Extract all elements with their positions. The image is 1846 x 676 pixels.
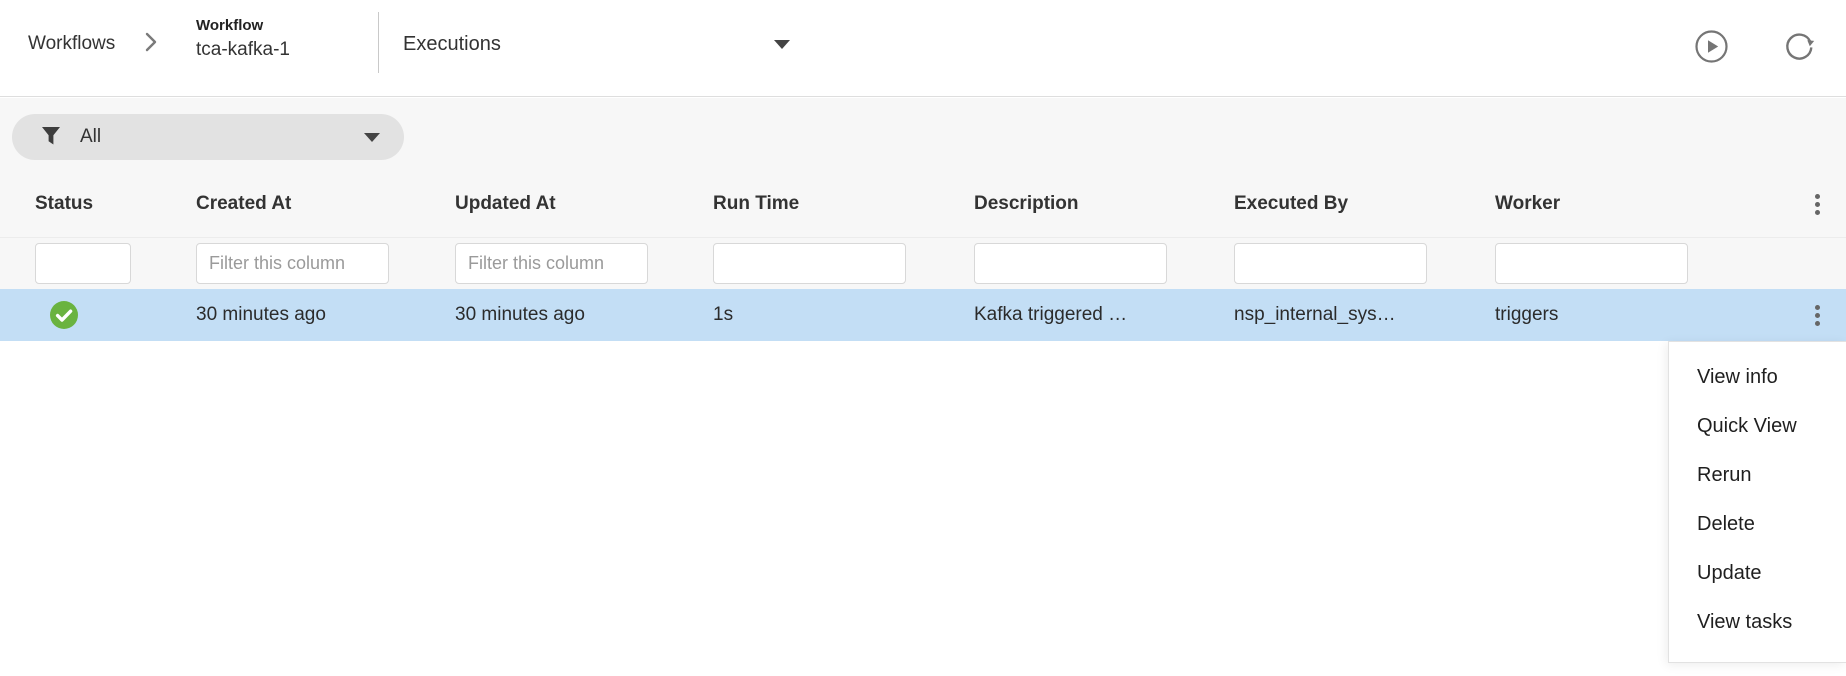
execute-workflow-button[interactable] bbox=[1694, 29, 1729, 67]
filter-input-executed-by[interactable] bbox=[1234, 243, 1427, 284]
menu-item-view-info[interactable]: View info bbox=[1669, 353, 1846, 402]
row-context-menu: View info Quick View Rerun Delete Update… bbox=[1668, 341, 1846, 663]
chevron-down-icon bbox=[364, 133, 380, 142]
table-row-execution[interactable]: 30 minutes ago 30 minutes ago 1s Kafka t… bbox=[0, 289, 1846, 341]
filter-input-updated-at[interactable] bbox=[455, 243, 648, 284]
filter-toolbar: All bbox=[0, 98, 1846, 170]
column-header-description[interactable]: Description bbox=[974, 170, 1079, 237]
chevron-down-icon bbox=[774, 40, 790, 49]
refresh-button[interactable] bbox=[1783, 30, 1816, 66]
menu-item-update[interactable]: Update bbox=[1669, 549, 1846, 598]
column-header-created-at[interactable]: Created At bbox=[196, 170, 291, 237]
column-options-kebab-icon[interactable] bbox=[1804, 189, 1830, 219]
workflow-name: tca-kafka-1 bbox=[196, 37, 290, 63]
menu-item-quick-view[interactable]: Quick View bbox=[1669, 402, 1846, 451]
view-selector-dropdown[interactable]: Executions bbox=[403, 28, 790, 60]
filter-input-status[interactable] bbox=[35, 243, 131, 284]
filter-input-created-at[interactable] bbox=[196, 243, 389, 284]
column-header-run-time[interactable]: Run Time bbox=[713, 170, 799, 237]
filter-input-description[interactable] bbox=[974, 243, 1167, 284]
column-header-worker[interactable]: Worker bbox=[1495, 170, 1560, 237]
filter-dropdown[interactable]: All bbox=[12, 114, 404, 160]
funnel-icon bbox=[40, 124, 62, 151]
cell-created-at: 30 minutes ago bbox=[196, 289, 326, 341]
cell-worker: triggers bbox=[1495, 289, 1558, 341]
filter-dropdown-value: All bbox=[80, 126, 346, 148]
top-bar-actions bbox=[1694, 29, 1816, 67]
column-header-status[interactable]: Status bbox=[35, 170, 93, 237]
menu-item-view-tasks[interactable]: View tasks bbox=[1669, 598, 1846, 647]
row-actions-kebab-icon[interactable] bbox=[1804, 300, 1830, 330]
menu-item-rerun[interactable]: Rerun bbox=[1669, 451, 1846, 500]
success-check-circle-icon bbox=[49, 300, 79, 330]
cell-executed-by: nsp_internal_sys… bbox=[1234, 289, 1396, 341]
filter-input-run-time[interactable] bbox=[713, 243, 906, 284]
view-selector-value: Executions bbox=[403, 33, 501, 56]
breadcrumb-divider bbox=[378, 12, 379, 73]
workflow-executions-screen: Workflows Workflow tca-kafka-1 Execution… bbox=[0, 0, 1846, 676]
breadcrumb-current-workflow: Workflow tca-kafka-1 bbox=[196, 15, 290, 63]
menu-item-delete[interactable]: Delete bbox=[1669, 500, 1846, 549]
workflow-context-label: Workflow bbox=[196, 15, 290, 37]
table-header-row: Status Created At Updated At Run Time De… bbox=[0, 170, 1846, 237]
top-bar: Workflows Workflow tca-kafka-1 Execution… bbox=[0, 0, 1846, 97]
cell-description: Kafka triggered … bbox=[974, 289, 1127, 341]
refresh-icon bbox=[1783, 30, 1816, 66]
table-filter-row bbox=[0, 237, 1846, 289]
column-header-updated-at[interactable]: Updated At bbox=[455, 170, 556, 237]
chevron-right-icon bbox=[142, 29, 160, 60]
cell-updated-at: 30 minutes ago bbox=[455, 289, 585, 341]
cell-run-time: 1s bbox=[713, 289, 733, 341]
breadcrumb-workflows-link[interactable]: Workflows bbox=[28, 33, 115, 55]
play-circle-icon bbox=[1694, 29, 1729, 67]
column-header-executed-by[interactable]: Executed By bbox=[1234, 170, 1348, 237]
filter-input-worker[interactable] bbox=[1495, 243, 1688, 284]
